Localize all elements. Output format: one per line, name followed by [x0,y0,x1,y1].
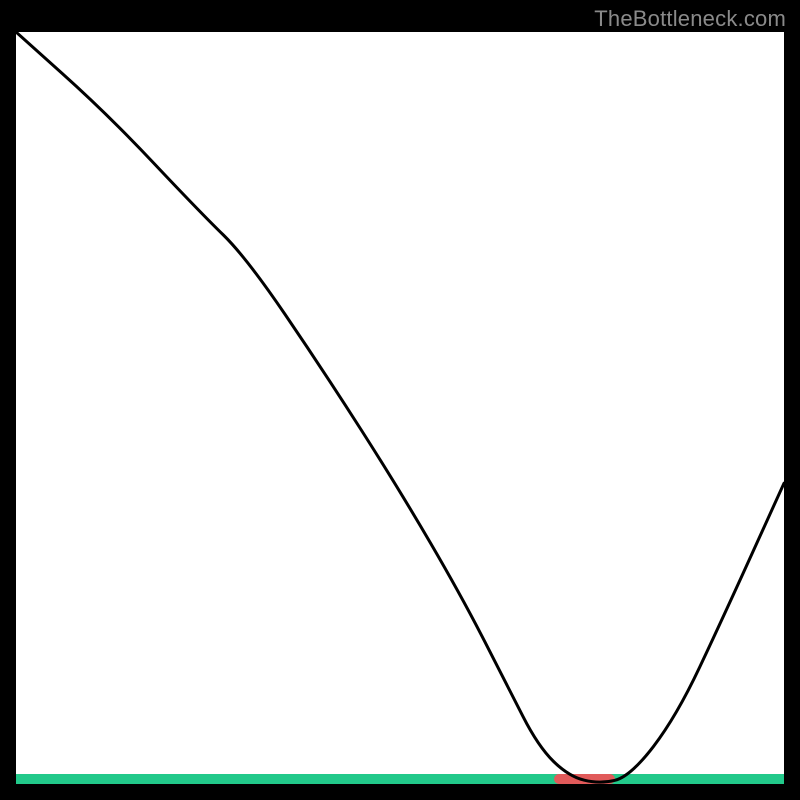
highlight-marker [554,774,615,784]
baseline-strip [16,774,784,784]
chart-frame: TheBottleneck.com [0,0,800,800]
background-gradient [16,32,784,784]
plot-area [16,32,784,784]
watermark-text: TheBottleneck.com [594,6,786,32]
